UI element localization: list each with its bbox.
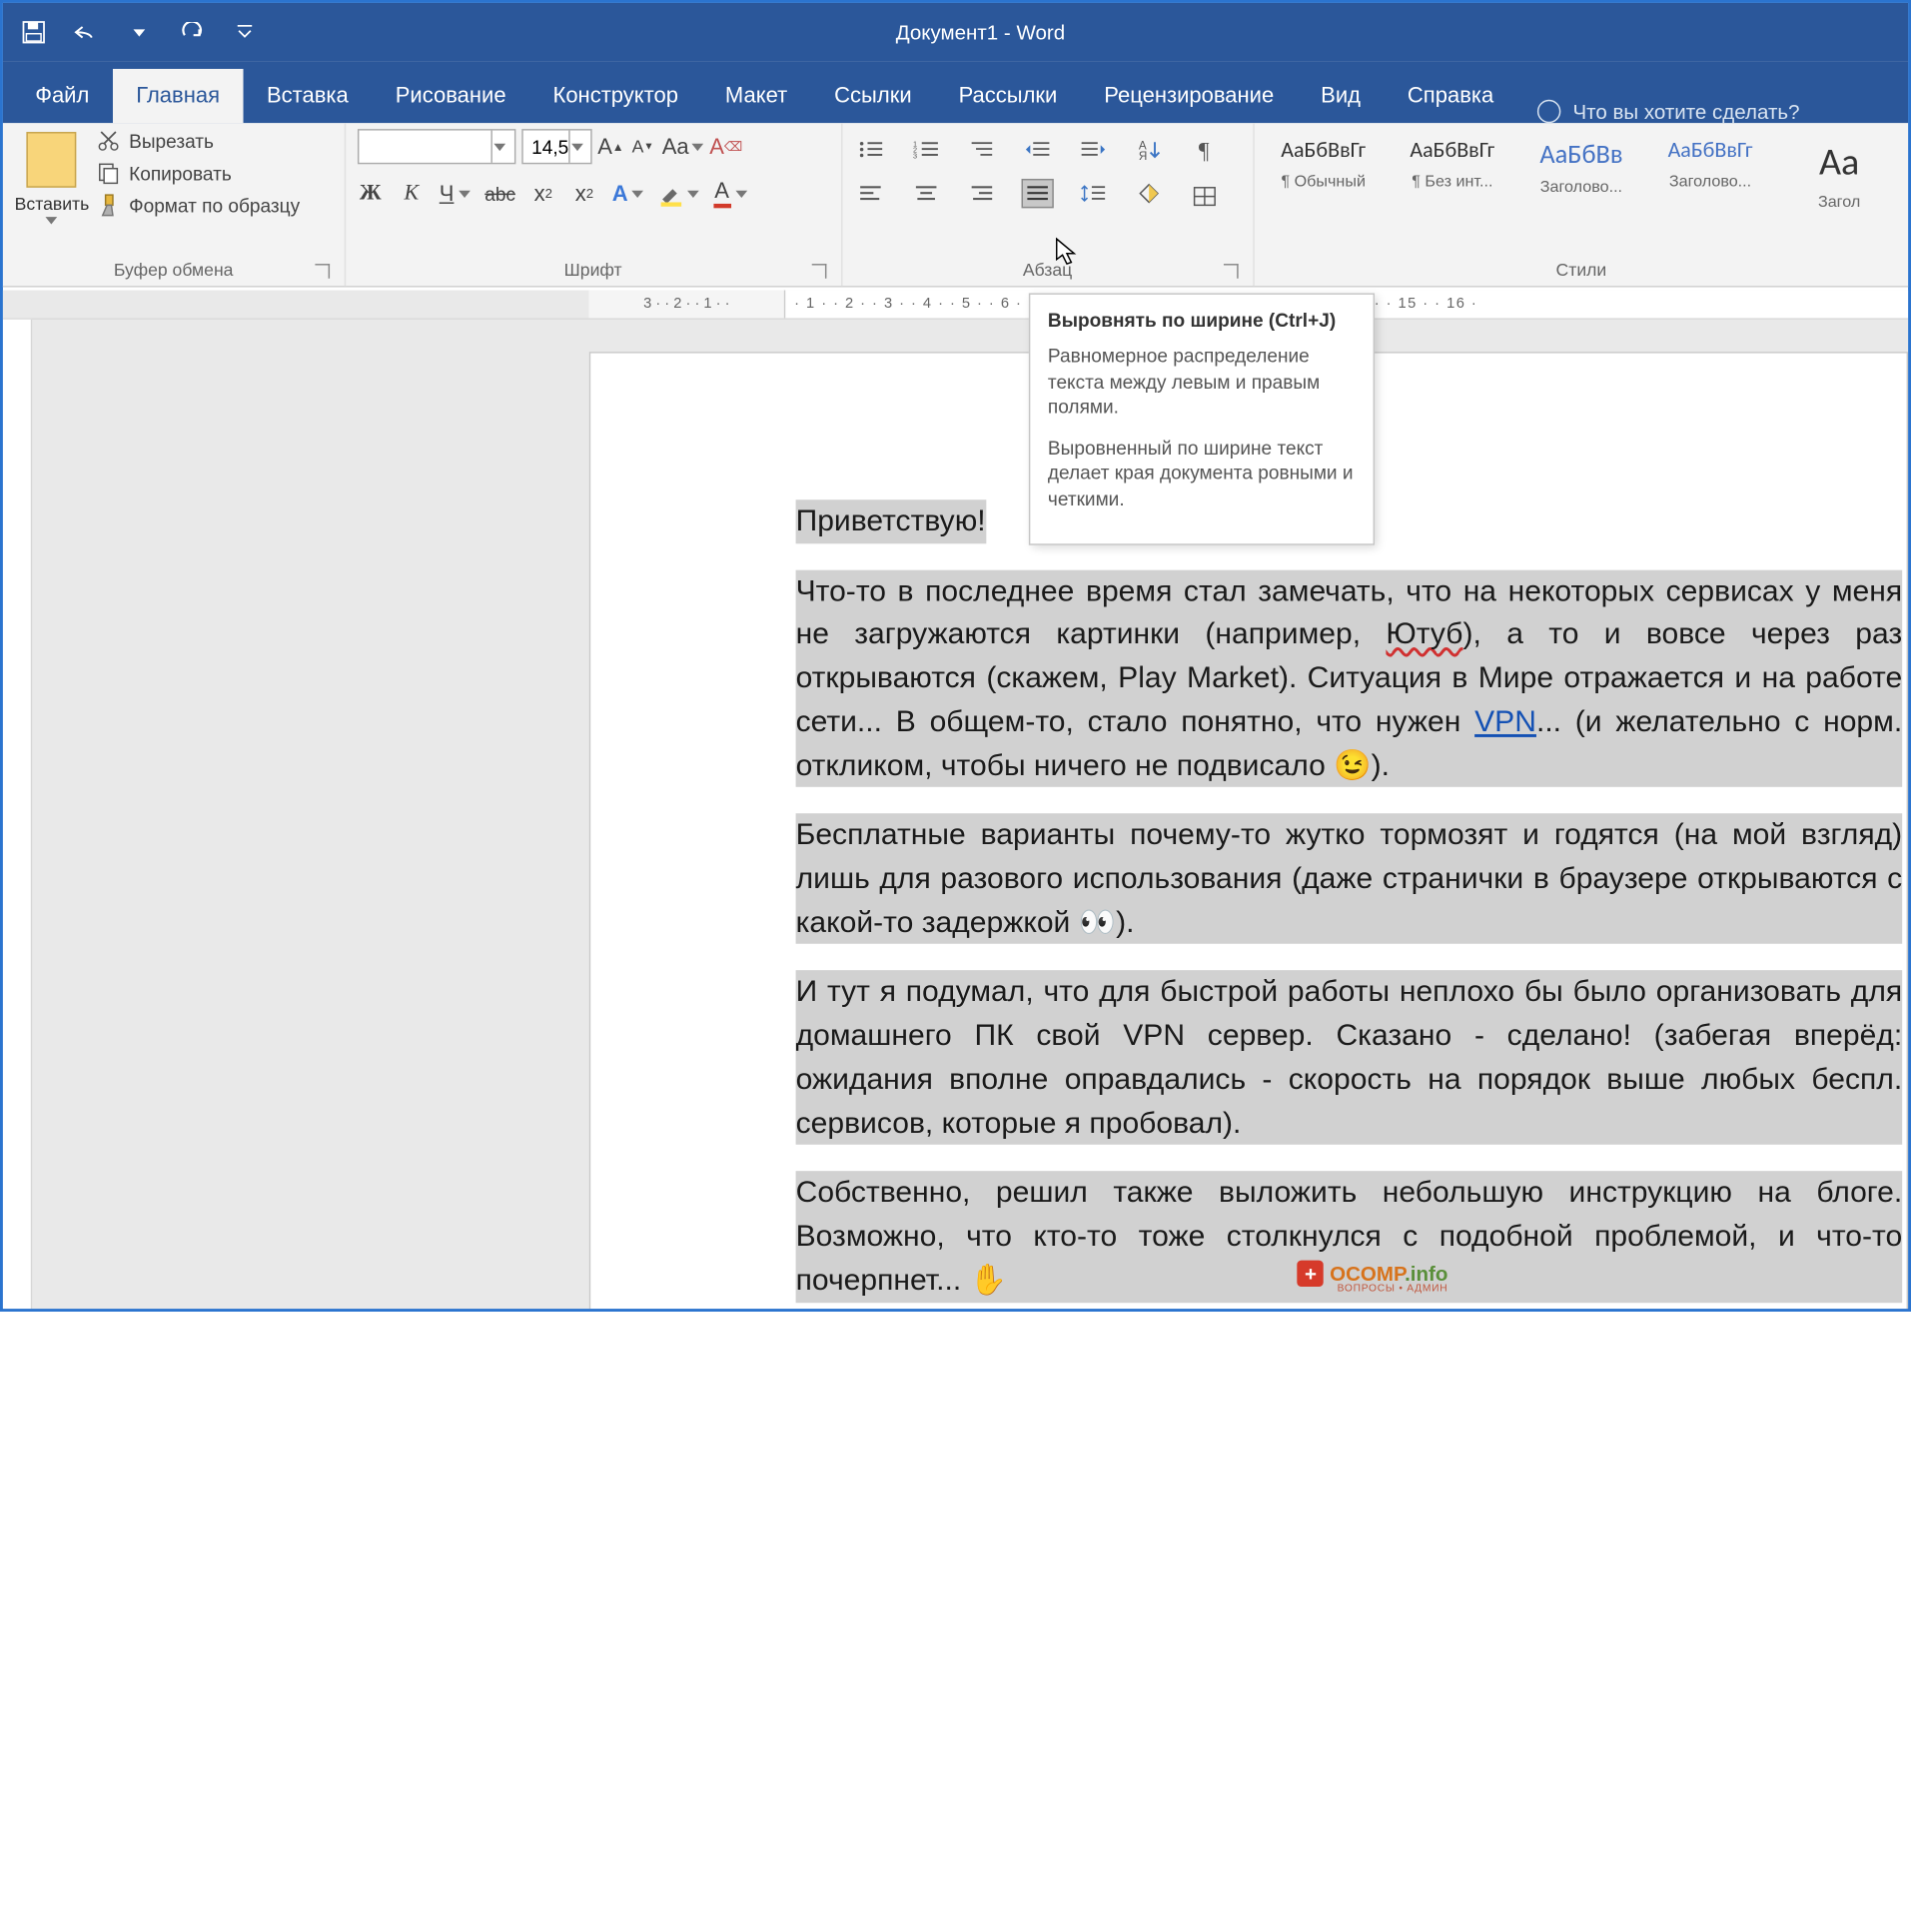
subscript-button[interactable]: x2 <box>530 179 556 208</box>
style-heading2[interactable]: АаБбВвГгЗаголово... <box>1653 138 1767 191</box>
tab-file[interactable]: Файл <box>12 69 113 123</box>
doc-greeting[interactable]: Приветствую! <box>796 499 986 543</box>
tell-me-label: Что вы хотите сделать? <box>1572 100 1799 123</box>
align-left-button[interactable] <box>854 179 886 208</box>
tab-mailings[interactable]: Рассылки <box>935 69 1081 123</box>
document-area: 3 · · 2 · · 1 · · · 1 · · 2 · · 3 · · 4 … <box>3 290 1908 1309</box>
tab-design[interactable]: Конструктор <box>529 69 701 123</box>
sort-button[interactable]: AЯ <box>1132 135 1164 164</box>
paste-label: Вставить <box>15 194 88 215</box>
group-label-styles: Стили <box>1267 257 1897 283</box>
dialog-launcher-icon[interactable] <box>1224 264 1239 279</box>
dialog-launcher-icon[interactable] <box>315 264 330 279</box>
style-title[interactable]: АаЗагол <box>1782 138 1896 211</box>
undo-dropdown-icon[interactable] <box>126 19 152 45</box>
copy-label: Копировать <box>129 162 232 184</box>
window-title: Документ1 - Word <box>258 21 1702 44</box>
document-body[interactable]: Приветствую! Что-то в последнее время ст… <box>796 499 1903 1302</box>
doc-para-1[interactable]: Что-то в последнее время стал замечать, … <box>796 569 1903 787</box>
group-label-clipboard: Буфер обмена <box>15 257 333 283</box>
title-bar: Документ1 - Word <box>3 3 1908 62</box>
show-marks-button[interactable]: ¶ <box>1188 138 1220 167</box>
clipboard-icon <box>26 132 76 188</box>
align-right-button[interactable] <box>965 179 997 208</box>
tooltip-title: Выровнять по ширине (Ctrl+J) <box>1048 310 1356 332</box>
quick-access-toolbar <box>3 19 258 45</box>
vertical-ruler[interactable] <box>3 320 32 1309</box>
group-styles: АаБбВвГг¶ Обычный АаБбВвГг¶ Без инт... А… <box>1255 123 1908 286</box>
tab-home[interactable]: Главная <box>113 69 244 123</box>
text-effects-button[interactable]: A <box>612 179 643 208</box>
change-case-button[interactable]: Aa <box>662 132 704 161</box>
undo-icon[interactable] <box>73 19 99 45</box>
style-normal[interactable]: АаБбВвГг¶ Обычный <box>1267 138 1381 191</box>
shading-button[interactable] <box>1132 179 1164 208</box>
line-spacing-button[interactable] <box>1077 179 1109 208</box>
tab-insert[interactable]: Вставка <box>244 69 373 123</box>
align-center-button[interactable] <box>909 179 941 208</box>
increase-indent-button[interactable] <box>1077 135 1109 164</box>
font-color-button[interactable]: A <box>713 179 747 208</box>
tooltip-body-2: Выровненный по ширине текст делает края … <box>1048 435 1356 511</box>
svg-text:3: 3 <box>912 151 916 159</box>
svg-text:Я: Я <box>1138 150 1146 161</box>
tooltip-body-1: Равномерное распределение текста между л… <box>1048 343 1356 420</box>
copy-button[interactable]: Копировать <box>97 161 300 184</box>
scissors-icon <box>97 129 120 152</box>
numbering-button[interactable]: 123 <box>909 135 941 164</box>
redo-icon[interactable] <box>179 19 205 45</box>
multilevel-list-button[interactable] <box>965 135 997 164</box>
bold-button[interactable]: Ж <box>358 179 384 208</box>
ribbon: Вставить Вырезать Копировать <box>3 123 1908 287</box>
qat-customize-icon[interactable] <box>232 19 258 45</box>
underline-button[interactable]: Ч <box>440 179 471 208</box>
tab-draw[interactable]: Рисование <box>372 69 529 123</box>
format-painter-button[interactable]: Формат по образцу <box>97 194 300 217</box>
tab-help[interactable]: Справка <box>1384 69 1516 123</box>
group-font: 14,5 A▲ A▼ Aa A⌫ Ж К Ч abc x2 x2 A <box>346 123 842 286</box>
tab-review[interactable]: Рецензирование <box>1081 69 1298 123</box>
tell-me[interactable]: Что вы хотите сделать? <box>1517 100 1820 123</box>
group-label-paragraph: Абзац <box>854 257 1242 283</box>
font-size-combo[interactable]: 14,5 <box>521 129 591 164</box>
justify-tooltip: Выровнять по ширине (Ctrl+J) Равномерное… <box>1029 293 1375 545</box>
paintbrush-icon <box>97 194 120 217</box>
watermark: + OCOMP.info ВОПРОСЫ • АДМИН <box>1298 1261 1448 1295</box>
cut-button[interactable]: Вырезать <box>97 129 300 152</box>
strikethrough-button[interactable]: abc <box>484 179 515 208</box>
dialog-launcher-icon[interactable] <box>811 264 826 279</box>
tab-layout[interactable]: Макет <box>701 69 810 123</box>
horizontal-ruler[interactable]: 3 · · 2 · · 1 · · · 1 · · 2 · · 3 · · 4 … <box>3 290 1908 319</box>
doc-para-2[interactable]: Бесплатные варианты почему-то жутко торм… <box>796 814 1903 945</box>
borders-button[interactable] <box>1188 182 1220 211</box>
copy-icon <box>97 161 120 184</box>
group-label-font: Шрифт <box>358 257 829 283</box>
format-painter-label: Формат по образцу <box>129 194 300 216</box>
shrink-font-button[interactable]: A▼ <box>629 132 655 161</box>
tab-references[interactable]: Ссылки <box>811 69 935 123</box>
grow-font-button[interactable]: A▲ <box>597 132 623 161</box>
cut-label: Вырезать <box>129 130 214 152</box>
lightbulb-icon <box>1537 100 1560 123</box>
style-no-spacing[interactable]: АаБбВвГг¶ Без инт... <box>1396 138 1509 191</box>
italic-button[interactable]: К <box>399 179 425 208</box>
tab-view[interactable]: Вид <box>1298 69 1385 123</box>
clear-formatting-button[interactable]: A⌫ <box>709 132 742 161</box>
font-name-combo[interactable] <box>358 129 515 164</box>
plus-icon: + <box>1298 1261 1324 1287</box>
vpn-link[interactable]: VPN <box>1474 704 1536 738</box>
bullets-button[interactable] <box>854 135 886 164</box>
save-icon[interactable] <box>21 19 47 45</box>
ribbon-tabs: Файл Главная Вставка Рисование Конструкт… <box>3 62 1908 124</box>
paste-button[interactable]: Вставить <box>15 129 88 224</box>
decrease-indent-button[interactable] <box>1021 135 1053 164</box>
doc-para-3[interactable]: И тут я подумал, что для быстрой работы … <box>796 971 1903 1145</box>
style-heading1[interactable]: АаБбВвЗаголово... <box>1524 138 1638 197</box>
highlight-button[interactable] <box>657 179 698 208</box>
superscript-button[interactable]: x2 <box>571 179 597 208</box>
justify-button[interactable] <box>1021 179 1053 208</box>
group-paragraph: 123 AЯ ¶ А <box>842 123 1255 286</box>
group-clipboard: Вставить Вырезать Копировать <box>3 123 346 286</box>
